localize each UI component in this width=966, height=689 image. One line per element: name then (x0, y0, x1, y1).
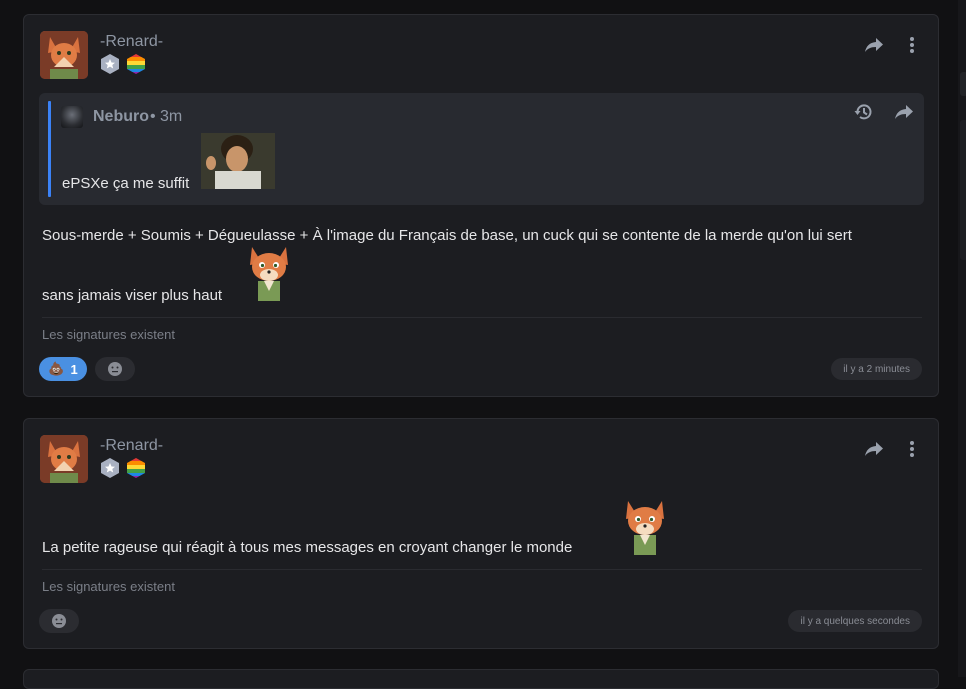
post-content: La petite rageuse qui réagit à tous mes … (42, 539, 573, 556)
post-timestamp[interactable]: il y a quelques secondes (788, 610, 922, 632)
rainbow-flag-badge-icon (127, 54, 145, 74)
post-card (23, 669, 939, 689)
quoted-message: Neburo • 3m ePSXe ça me suffit (39, 93, 924, 205)
user-badges (99, 457, 147, 479)
star-rank-badge-icon (101, 458, 119, 478)
quote-author-avatar[interactable] (61, 106, 83, 128)
quote-text: ePSXe ça me suffit (62, 175, 190, 192)
more-vertical-icon[interactable] (902, 439, 922, 459)
signature: Les signatures existent (42, 327, 175, 342)
sidebar-edge-block (960, 120, 966, 260)
post-content: Sous-merde + Soumis + Dégueulasse + À l'… (42, 227, 852, 244)
post-card: -Renard- La petite rageuse qui réagit à … (23, 418, 939, 649)
poop-emoji-icon: 💩 (48, 361, 65, 376)
reaction-count: 1 (70, 361, 78, 377)
signature-divider (42, 317, 922, 318)
quote-time: 3m (160, 108, 183, 125)
quote-accent-bar (48, 101, 51, 197)
sticker-image (201, 133, 275, 189)
add-reaction-icon[interactable] (39, 609, 79, 633)
sidebar-edge-block (960, 72, 966, 96)
reaction-button[interactable]: 💩 1 (39, 357, 87, 381)
quote-author[interactable]: Neburo (93, 108, 149, 126)
signature: Les signatures existent (42, 579, 175, 594)
fox-sticker-image (626, 501, 664, 555)
avatar[interactable] (40, 435, 88, 483)
username[interactable]: -Renard- (100, 33, 163, 51)
user-badges (99, 53, 147, 75)
star-rank-badge-icon (101, 54, 119, 74)
rainbow-flag-badge-icon (127, 458, 145, 478)
more-vertical-icon[interactable] (902, 35, 922, 55)
share-arrow-icon[interactable] (864, 439, 884, 459)
right-sidebar-edge (958, 0, 966, 677)
quote-separator: • (150, 108, 156, 125)
username[interactable]: -Renard- (100, 437, 163, 455)
avatar[interactable] (40, 31, 88, 79)
add-reaction-icon[interactable] (95, 357, 135, 381)
share-arrow-icon[interactable] (864, 35, 884, 55)
post-content: sans jamais viser plus haut (42, 287, 223, 304)
post-timestamp[interactable]: il y a 2 minutes (831, 358, 922, 380)
signature-divider (42, 569, 922, 570)
post-card: -Renard- Neburo • 3m ePSXe ça me suffit … (23, 14, 939, 397)
fox-sticker-image (250, 247, 288, 301)
share-arrow-icon[interactable] (894, 102, 914, 122)
history-icon[interactable] (854, 102, 874, 122)
